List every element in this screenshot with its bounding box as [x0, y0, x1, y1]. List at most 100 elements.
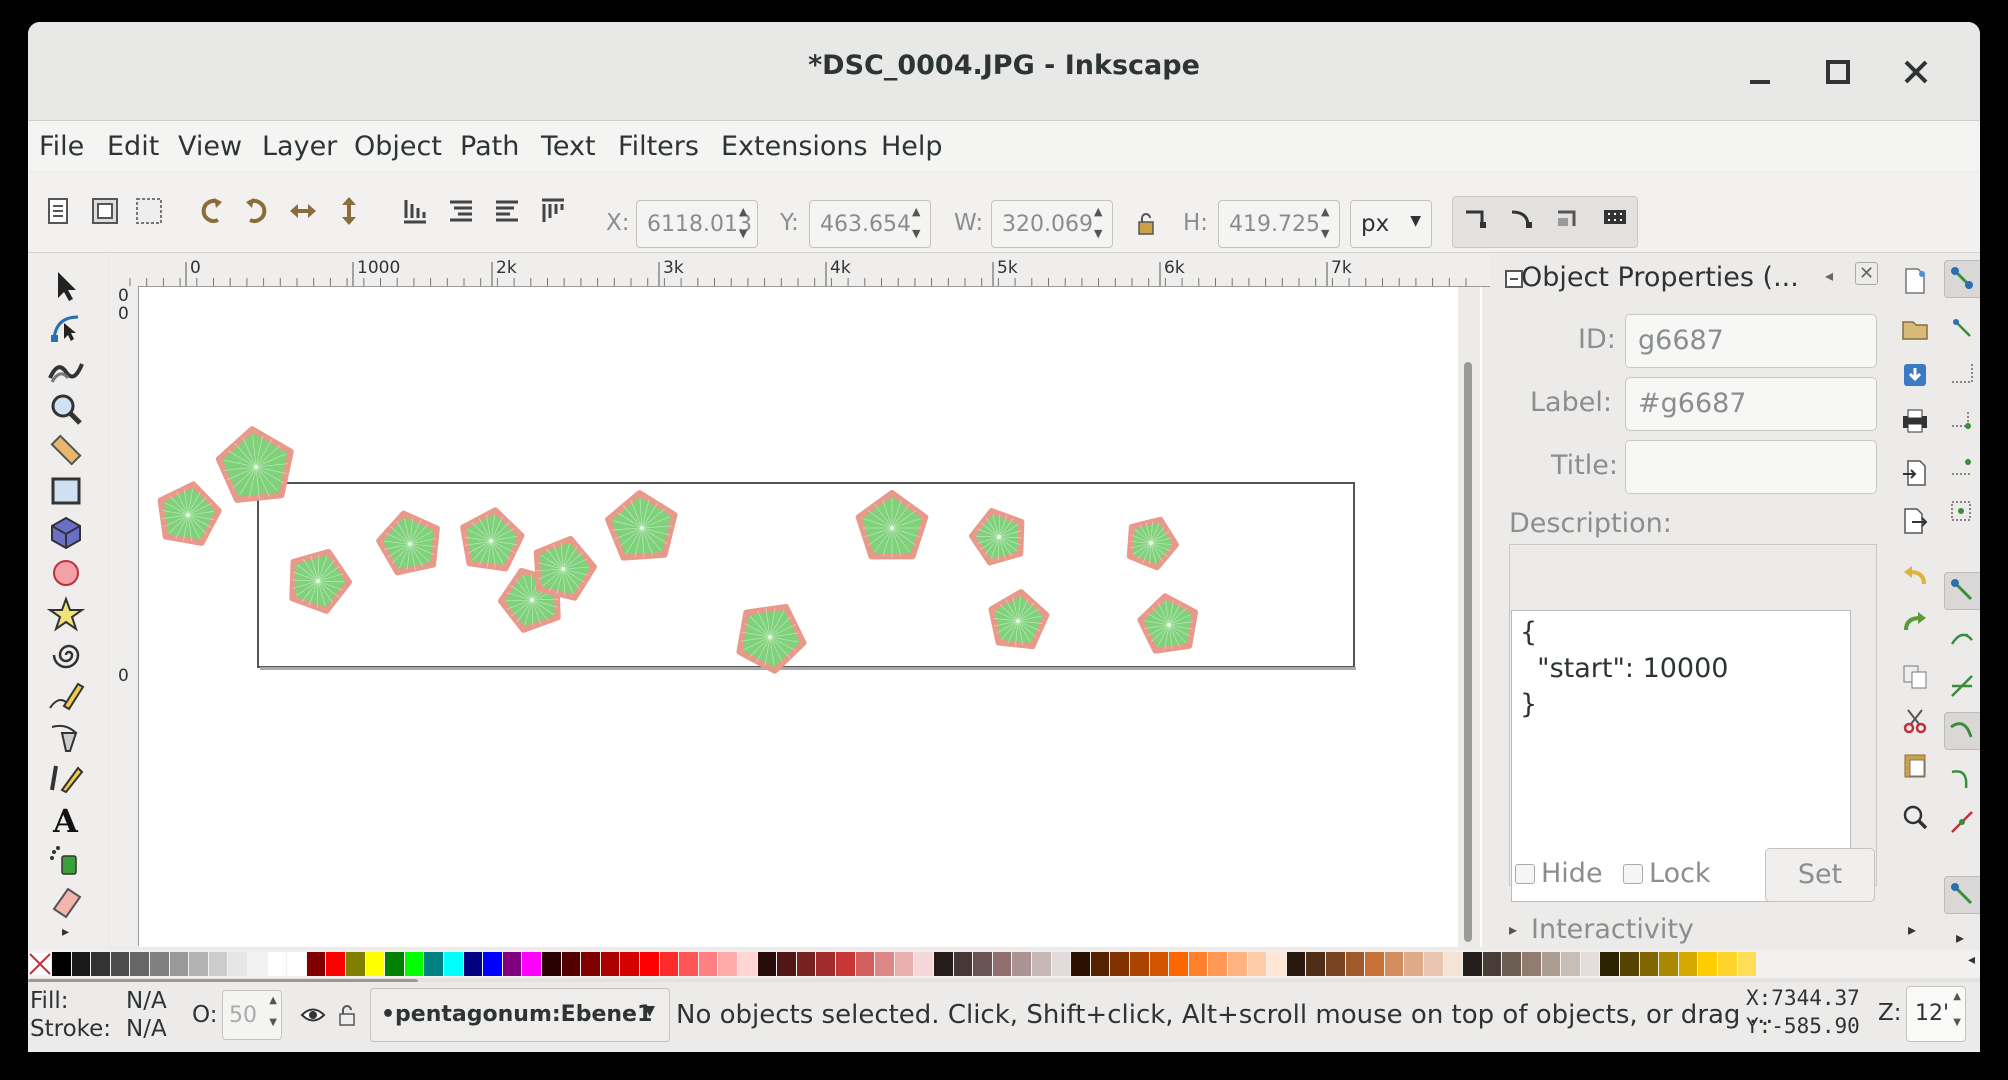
- label-field[interactable]: #g6687: [1625, 377, 1877, 431]
- paste-icon[interactable]: [1900, 750, 1930, 780]
- spin-down-icon[interactable]: ▼: [269, 1017, 277, 1028]
- color-swatch[interactable]: [110, 952, 130, 976]
- lock-checkbox[interactable]: [1623, 864, 1643, 884]
- duplicate-icon[interactable]: [1900, 662, 1930, 692]
- color-swatch[interactable]: [502, 952, 522, 976]
- color-swatch[interactable]: [1228, 952, 1247, 976]
- menu-extensions[interactable]: Extensions: [721, 131, 868, 162]
- color-swatch[interactable]: [1424, 952, 1443, 976]
- color-swatch[interactable]: [1404, 952, 1423, 976]
- color-swatch[interactable]: [698, 952, 718, 976]
- color-swatch[interactable]: [346, 952, 365, 976]
- color-swatch[interactable]: [953, 952, 973, 976]
- rotate-cw-icon[interactable]: [240, 194, 274, 228]
- color-swatch[interactable]: [522, 952, 541, 976]
- calligraphy-tool-icon[interactable]: [46, 760, 86, 796]
- spin-up-icon[interactable]: ▲: [739, 205, 753, 218]
- color-swatch[interactable]: [385, 952, 404, 976]
- color-swatch[interactable]: [1482, 952, 1502, 976]
- snap-toggle-button[interactable]: [1944, 260, 1980, 298]
- more-commands-icon[interactable]: ▸: [1908, 920, 1916, 939]
- color-swatch[interactable]: [855, 952, 875, 976]
- color-swatch[interactable]: [306, 952, 326, 976]
- raise-to-top-icon[interactable]: [536, 194, 570, 228]
- redo-icon[interactable]: [1900, 608, 1930, 638]
- hide-checkbox[interactable]: [1515, 864, 1535, 884]
- color-swatch[interactable]: [169, 952, 189, 976]
- minimize-icon[interactable]: [1740, 52, 1780, 92]
- cut-icon[interactable]: [1900, 706, 1930, 736]
- color-swatch[interactable]: [228, 952, 247, 976]
- color-swatch[interactable]: [1188, 952, 1208, 976]
- color-swatch[interactable]: [796, 952, 816, 976]
- snap-cusp-button[interactable]: [1944, 712, 1980, 750]
- color-swatch[interactable]: [463, 952, 483, 976]
- snap-smooth-icon[interactable]: [1946, 762, 1978, 794]
- color-swatch[interactable]: [894, 952, 914, 976]
- color-swatch[interactable]: [365, 952, 385, 976]
- export-icon[interactable]: [1900, 506, 1930, 536]
- color-swatch[interactable]: [1071, 952, 1090, 976]
- spin-down-icon[interactable]: ▼: [912, 227, 926, 240]
- color-swatch[interactable]: [1718, 952, 1737, 976]
- color-swatch[interactable]: [1345, 952, 1365, 976]
- color-swatch[interactable]: [287, 952, 306, 976]
- interactivity-expander[interactable]: Interactivity: [1531, 914, 1694, 945]
- color-swatch[interactable]: [483, 952, 502, 976]
- title-field[interactable]: [1625, 440, 1877, 494]
- maximize-icon[interactable]: [1818, 52, 1858, 92]
- color-swatch[interactable]: [757, 952, 777, 976]
- color-swatch[interactable]: [992, 952, 1012, 976]
- save-icon[interactable]: [1900, 360, 1930, 390]
- pen-tool-icon[interactable]: [46, 719, 86, 755]
- scale-corners-icon[interactable]: [1506, 202, 1540, 236]
- y-spinbox[interactable]: 463.654 ▲ ▼: [809, 200, 931, 248]
- snap-intersection-icon[interactable]: [1946, 670, 1978, 702]
- color-swatch[interactable]: [1110, 952, 1129, 976]
- spray-tool-icon[interactable]: [46, 842, 86, 878]
- spin-up-icon[interactable]: ▲: [1953, 991, 1961, 1002]
- spin-up-icon[interactable]: ▲: [1094, 205, 1108, 218]
- snap-bbox-icon[interactable]: [1946, 312, 1978, 344]
- text-tool-icon[interactable]: A: [46, 801, 86, 837]
- color-swatch[interactable]: [542, 952, 561, 976]
- color-swatch[interactable]: [444, 952, 463, 976]
- menu-path[interactable]: Path: [460, 131, 519, 162]
- color-swatch[interactable]: [1032, 952, 1051, 976]
- tweak-tool-icon[interactable]: [46, 350, 86, 386]
- more-snap-icon[interactable]: ▸: [1956, 928, 1964, 947]
- drawing-svg[interactable]: [139, 287, 1482, 947]
- color-swatch[interactable]: [1286, 952, 1306, 976]
- color-swatch[interactable]: [875, 952, 894, 976]
- color-swatch[interactable]: [91, 952, 110, 976]
- menu-filters[interactable]: Filters: [618, 131, 699, 162]
- zoom-tool-icon[interactable]: [46, 391, 86, 427]
- spin-up-icon[interactable]: ▲: [1321, 205, 1335, 218]
- snap-path-icon[interactable]: [1946, 624, 1978, 656]
- color-swatch[interactable]: [1639, 952, 1659, 976]
- color-swatch[interactable]: [267, 952, 287, 976]
- undo-icon[interactable]: [1900, 562, 1930, 592]
- color-swatch[interactable]: [1149, 952, 1169, 976]
- color-swatch[interactable]: [1502, 952, 1521, 976]
- zoom-spinbox[interactable]: 12' ▲ ▼: [1906, 986, 1966, 1042]
- color-swatch[interactable]: [150, 952, 169, 976]
- color-swatch[interactable]: [1326, 952, 1345, 976]
- color-swatch[interactable]: [1051, 952, 1071, 976]
- spin-down-icon[interactable]: ▼: [1094, 227, 1108, 240]
- color-swatch[interactable]: [718, 952, 737, 976]
- menu-file[interactable]: File: [39, 131, 84, 162]
- flip-vertical-icon[interactable]: [332, 194, 366, 228]
- pentagon-shape[interactable]: [215, 426, 294, 503]
- x-spinbox[interactable]: 6118.013 ▲ ▼: [636, 200, 758, 248]
- transform-patterns-icon[interactable]: [1598, 202, 1632, 236]
- palette-menu-icon[interactable]: ◂: [1968, 952, 1975, 968]
- color-swatch[interactable]: [1463, 952, 1482, 976]
- color-swatch[interactable]: [1541, 952, 1561, 976]
- print-icon[interactable]: [1900, 406, 1930, 436]
- measure-tool-icon[interactable]: [46, 432, 86, 468]
- star-tool-icon[interactable]: [46, 596, 86, 632]
- color-swatch[interactable]: [640, 952, 659, 976]
- expander-icon[interactable]: ▸: [1509, 920, 1517, 939]
- color-swatch[interactable]: [1306, 952, 1325, 976]
